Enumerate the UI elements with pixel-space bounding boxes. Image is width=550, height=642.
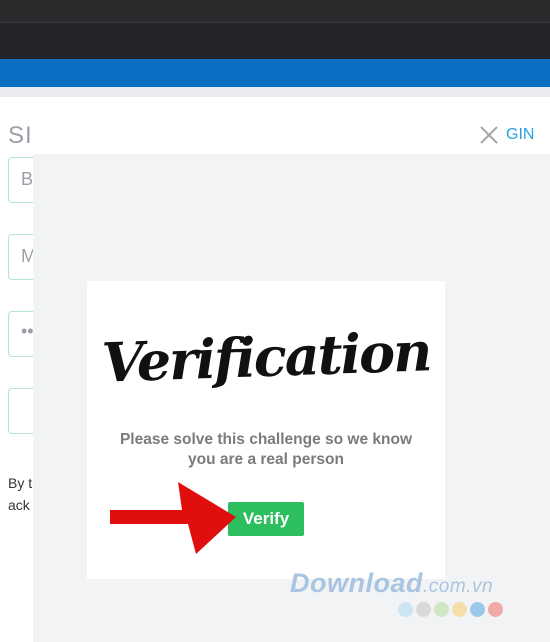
watermark-dot — [488, 602, 503, 617]
watermark-tld: .com.vn — [423, 576, 494, 597]
browser-top-bar — [0, 0, 550, 23]
challenge-line-1: Please solve this challenge so we know — [119, 431, 413, 448]
watermark-dot — [434, 602, 449, 617]
watermark-dot — [398, 602, 413, 617]
name-field-hint: B — [21, 169, 34, 189]
terms-line-2: ack — [8, 497, 30, 513]
watermark-dot — [470, 602, 485, 617]
site-header-bar — [0, 59, 550, 87]
watermark-dot — [452, 602, 467, 617]
terms-line-1: By t — [8, 475, 33, 491]
login-link[interactable]: GIN — [506, 126, 534, 144]
challenge-message: Please solve this challenge so we know y… — [87, 430, 445, 470]
watermark-dot — [416, 602, 431, 617]
header-divider — [0, 87, 550, 97]
close-icon[interactable] — [478, 124, 500, 146]
red-arrow-icon — [110, 482, 236, 554]
challenge-line-2: you are a real person — [188, 451, 344, 468]
page-title: SI — [8, 122, 33, 149]
watermark-logo: Download.com.vn — [290, 568, 493, 599]
terms-text: By t ack — [8, 472, 32, 516]
watermark-text: Download — [290, 568, 423, 598]
watermark-dots — [398, 602, 506, 618]
browser-toolbar — [0, 23, 550, 59]
password-field-hint: •• — [21, 321, 34, 341]
verification-title: Verification — [100, 319, 432, 395]
